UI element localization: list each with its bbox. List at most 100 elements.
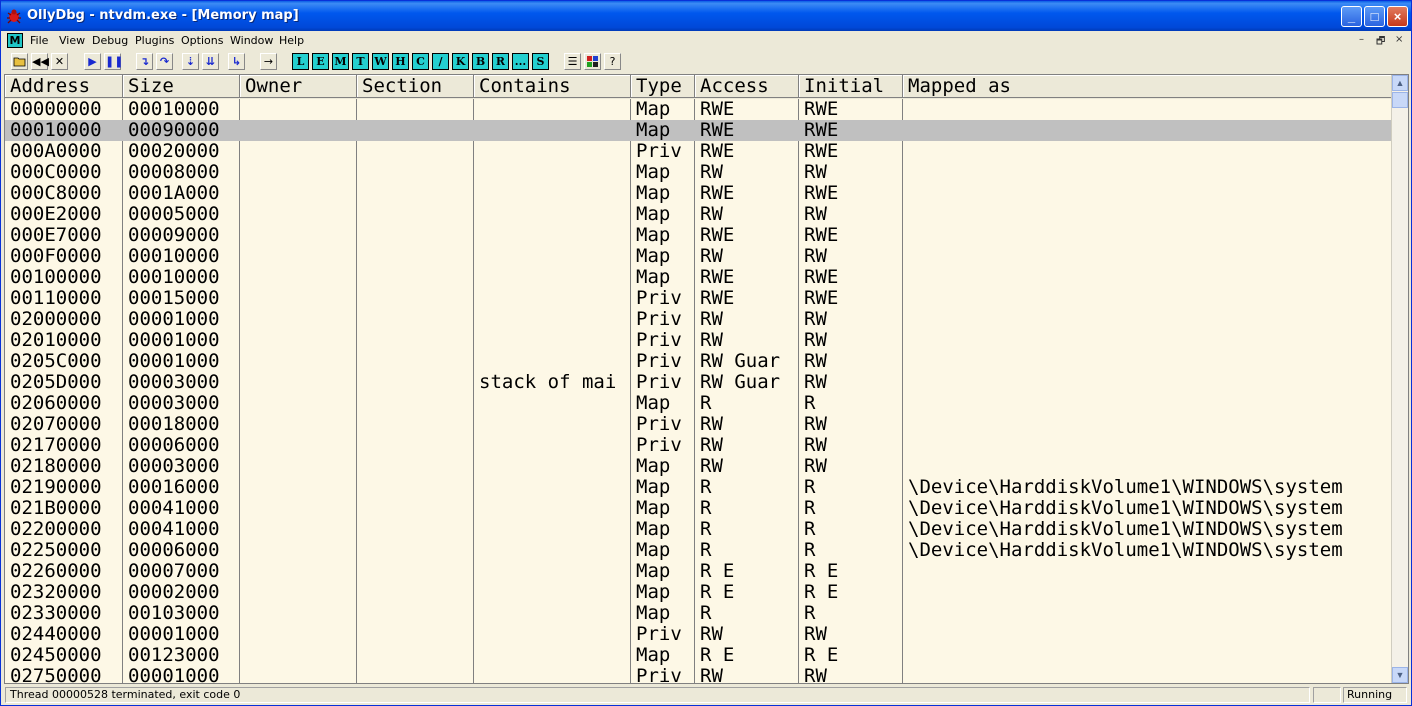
table-row[interactable]: 02330000 00103000 Map R R bbox=[5, 603, 1392, 624]
table-row[interactable]: 0205C000 00001000 Priv RW Guar RW bbox=[5, 351, 1392, 372]
cell-contains bbox=[474, 582, 631, 603]
threads-window-button[interactable]: T bbox=[352, 53, 369, 70]
table-row[interactable]: 00100000 00010000 Map RWE RWE bbox=[5, 267, 1392, 288]
table-row[interactable]: 000C8000 0001A000 Map RWE RWE bbox=[5, 183, 1392, 204]
goto-icon[interactable]: → bbox=[260, 53, 277, 70]
cell-initial: RW bbox=[804, 246, 827, 267]
step-into-icon[interactable]: ↴ bbox=[136, 53, 153, 70]
column-initial[interactable]: Initial bbox=[799, 75, 903, 98]
trace-over-icon[interactable]: ⇊ bbox=[202, 53, 219, 70]
column-contains[interactable]: Contains bbox=[474, 75, 631, 98]
close-button[interactable]: × bbox=[1387, 6, 1408, 27]
table-row[interactable]: 0205D000 00003000 stack of mai Priv RW Guar R… bbox=[5, 372, 1392, 393]
column-section[interactable]: Section bbox=[357, 75, 474, 98]
run-trace-window-button[interactable]: ... bbox=[512, 53, 529, 70]
menu-options[interactable]: Options bbox=[181, 34, 223, 47]
table-row[interactable]: 02010000 00001000 Priv RW RW bbox=[5, 330, 1392, 351]
table-row[interactable]: 02250000 00006000 Map R R \Device\HarddiskVol… bbox=[5, 540, 1392, 561]
menu-debug[interactable]: Debug bbox=[92, 34, 128, 47]
scroll-up-icon[interactable]: ▲ bbox=[1392, 75, 1408, 91]
table-row[interactable]: 02000000 00001000 Priv RW RW bbox=[5, 309, 1392, 330]
table-row[interactable]: 02320000 00002000 Map R E R E bbox=[5, 582, 1392, 603]
cell-owner bbox=[240, 645, 357, 666]
step-over-icon[interactable]: ↷ bbox=[156, 53, 173, 70]
references-window-button[interactable]: R bbox=[492, 53, 509, 70]
mdi-restore-button[interactable]: 🗗 bbox=[1376, 34, 1385, 51]
modules-window-button[interactable]: E bbox=[312, 53, 329, 70]
column-access[interactable]: Access bbox=[695, 75, 799, 98]
minimize-button[interactable]: _ bbox=[1341, 6, 1362, 27]
menu-file[interactable]: File bbox=[30, 34, 48, 47]
cell-initial: RW bbox=[804, 162, 827, 183]
table-row[interactable]: 000E2000 00005000 Map RW RW bbox=[5, 204, 1392, 225]
table-row[interactable]: 02440000 00001000 Priv RW RW bbox=[5, 624, 1392, 645]
cell-initial: RWE bbox=[804, 225, 839, 246]
handles-window-button[interactable]: H bbox=[392, 53, 409, 70]
table-row[interactable]: 02450000 00123000 Map R E R E bbox=[5, 645, 1392, 666]
table-row[interactable]: 02190000 00016000 Map R R \Device\HarddiskVol… bbox=[5, 477, 1392, 498]
table-row[interactable]: 02260000 00007000 Map R E R E bbox=[5, 561, 1392, 582]
cell-initial: RW bbox=[804, 666, 827, 684]
cell-initial: RW bbox=[804, 330, 827, 351]
cell-section bbox=[357, 162, 474, 183]
column-size[interactable]: Size bbox=[123, 75, 240, 98]
table-row[interactable]: 000C0000 00008000 Map RW RW bbox=[5, 162, 1392, 183]
source-window-button[interactable]: S bbox=[532, 53, 549, 70]
table-row[interactable]: 00010000 00090000 Map RWE RWE bbox=[5, 120, 1392, 141]
pause-icon[interactable]: ❚❚ bbox=[104, 53, 123, 70]
column-mapped-as[interactable]: Mapped as bbox=[903, 75, 1392, 98]
table-row[interactable]: 00110000 00015000 Priv RWE RWE bbox=[5, 288, 1392, 309]
callstack-window-button[interactable]: K bbox=[452, 53, 469, 70]
log-window-button[interactable]: L bbox=[292, 53, 309, 70]
table-row[interactable]: 000F0000 00010000 Map RW RW bbox=[5, 246, 1392, 267]
table-row[interactable]: 000E7000 00009000 Map RWE RWE bbox=[5, 225, 1392, 246]
scroll-thumb[interactable] bbox=[1392, 92, 1408, 108]
mdi-minimize-button[interactable]: – bbox=[1359, 34, 1364, 45]
close-icon[interactable]: ✕ bbox=[51, 53, 68, 70]
cell-section bbox=[357, 624, 474, 645]
cell-type: Map bbox=[636, 99, 671, 120]
cell-initial: RW bbox=[804, 414, 827, 435]
mdi-close-button[interactable]: × bbox=[1395, 34, 1403, 45]
run-icon[interactable]: ▶ bbox=[84, 53, 101, 70]
mdi-memory-map-icon[interactable]: M bbox=[7, 33, 23, 48]
column-address[interactable]: Address bbox=[5, 75, 123, 98]
help-icon[interactable]: ? bbox=[604, 53, 621, 70]
table-row[interactable]: 000A0000 00020000 Priv RWE RWE bbox=[5, 141, 1392, 162]
trace-into-icon[interactable]: ⇣ bbox=[182, 53, 199, 70]
menu-help[interactable]: Help bbox=[279, 34, 304, 47]
table-row[interactable]: 02750000 00001000 Priv RW RW bbox=[5, 666, 1392, 684]
title-bar[interactable]: OllyDbg - ntvdm.exe - [Memory map] _ □ × bbox=[1, 1, 1411, 31]
menu-plugins[interactable]: Plugins bbox=[135, 34, 174, 47]
maximize-button[interactable]: □ bbox=[1364, 6, 1385, 27]
table-row[interactable]: 00000000 00010000 Map RWE RWE bbox=[5, 99, 1392, 120]
menu-window[interactable]: Window bbox=[230, 34, 273, 47]
cell-section bbox=[357, 666, 474, 683]
list-icon[interactable]: ☰ bbox=[564, 53, 581, 70]
cpu-window-button[interactable]: C bbox=[412, 53, 429, 70]
windows-window-button[interactable]: W bbox=[372, 53, 389, 70]
memory-window-button[interactable]: M bbox=[332, 53, 349, 70]
rewind-icon[interactable]: ◀◀ bbox=[31, 53, 49, 70]
column-owner[interactable]: Owner bbox=[240, 75, 357, 98]
column-type[interactable]: Type bbox=[631, 75, 695, 98]
table-row[interactable]: 02070000 00018000 Priv RW RW bbox=[5, 414, 1392, 435]
table-row[interactable]: 02170000 00006000 Priv RW RW bbox=[5, 435, 1392, 456]
vertical-scrollbar[interactable]: ▲ ▼ bbox=[1391, 75, 1408, 683]
cell-section bbox=[357, 288, 474, 309]
cell-owner bbox=[240, 435, 357, 456]
patches-window-button[interactable]: / bbox=[432, 53, 449, 70]
table-row[interactable]: 02180000 00003000 Map RW RW bbox=[5, 456, 1392, 477]
grid-icon[interactable] bbox=[584, 53, 601, 70]
table-row[interactable]: 02060000 00003000 Map R R bbox=[5, 393, 1392, 414]
execute-till-return-icon[interactable]: ↳ bbox=[228, 53, 245, 70]
cell-section bbox=[357, 645, 474, 666]
table-row[interactable]: 021B0000 00041000 Map R R \Device\HarddiskVol… bbox=[5, 498, 1392, 519]
menu-view[interactable]: View bbox=[59, 34, 85, 47]
table-row[interactable]: 02200000 00041000 Map R R \Device\HarddiskVol… bbox=[5, 519, 1392, 540]
scroll-down-icon[interactable]: ▼ bbox=[1392, 667, 1408, 683]
open-icon[interactable] bbox=[11, 53, 28, 70]
breakpoints-window-button[interactable]: B bbox=[472, 53, 489, 70]
cell-section bbox=[357, 141, 474, 162]
cell-owner bbox=[240, 309, 357, 330]
